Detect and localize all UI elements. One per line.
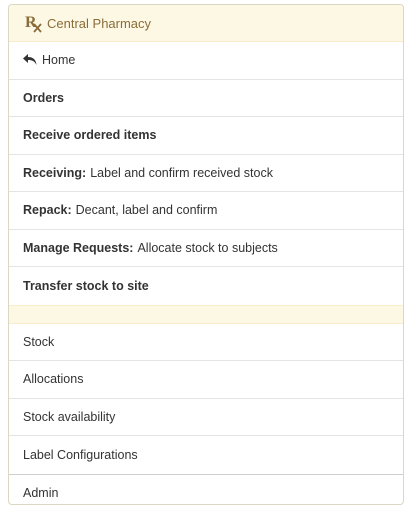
nav-availability-label: Stock availability <box>23 409 116 424</box>
nav-orders[interactable]: Orders <box>9 80 403 117</box>
nav-stock-label: Stock <box>23 334 55 349</box>
nav-receiving-text: Label and confirm received stock <box>90 165 273 180</box>
nav-repack-bold: Repack: <box>23 203 72 218</box>
nav-allocations[interactable]: Allocations <box>9 361 403 399</box>
nav-stock-availability[interactable]: Stock availability <box>9 399 403 436</box>
nav-home[interactable]: Home <box>9 42 403 80</box>
nav-transfer-stock[interactable]: Transfer stock to site <box>9 267 403 305</box>
nav-receive-ordered-items[interactable]: Receive ordered items <box>9 117 403 155</box>
nav-manage-text: Allocate stock to subjects <box>137 240 278 255</box>
nav-stock[interactable]: Stock <box>9 324 403 361</box>
nav-transfer-label: Transfer stock to site <box>23 278 149 293</box>
nav-allocations-label: Allocations <box>23 372 84 387</box>
nav-receive-ordered-label: Receive ordered items <box>23 128 157 143</box>
nav-receiving[interactable]: Receiving: Label and confirm received st… <box>9 155 403 192</box>
nav-manage-bold: Manage Requests: <box>23 240 134 255</box>
nav-repack-text: Decant, label and confirm <box>75 203 218 218</box>
rx-icon: R <box>25 14 42 33</box>
reply-arrow-icon <box>23 54 37 66</box>
nav-home-label: Home <box>42 53 76 68</box>
nav-manage-requests[interactable]: Manage Requests: Allocate stock to subje… <box>9 230 403 267</box>
panel-title: Central Pharmacy <box>47 15 152 31</box>
svg-text:R: R <box>25 14 37 31</box>
nav-receiving-bold: Receiving: <box>23 165 87 180</box>
nav-repack[interactable]: Repack: Decant, label and confirm <box>9 192 403 230</box>
nav-label-configurations[interactable]: Label Configurations <box>9 436 403 474</box>
panel-heading: R Central Pharmacy <box>9 5 403 42</box>
pharmacy-menu-panel: R Central Pharmacy Home Orders Receive o… <box>8 4 404 505</box>
nav-orders-label: Orders <box>23 90 64 105</box>
section-separator <box>9 304 403 324</box>
nav-admin[interactable]: Admin <box>9 473 403 505</box>
nav-admin-label: Admin <box>23 485 59 500</box>
nav-label-configs-label: Label Configurations <box>23 447 138 462</box>
